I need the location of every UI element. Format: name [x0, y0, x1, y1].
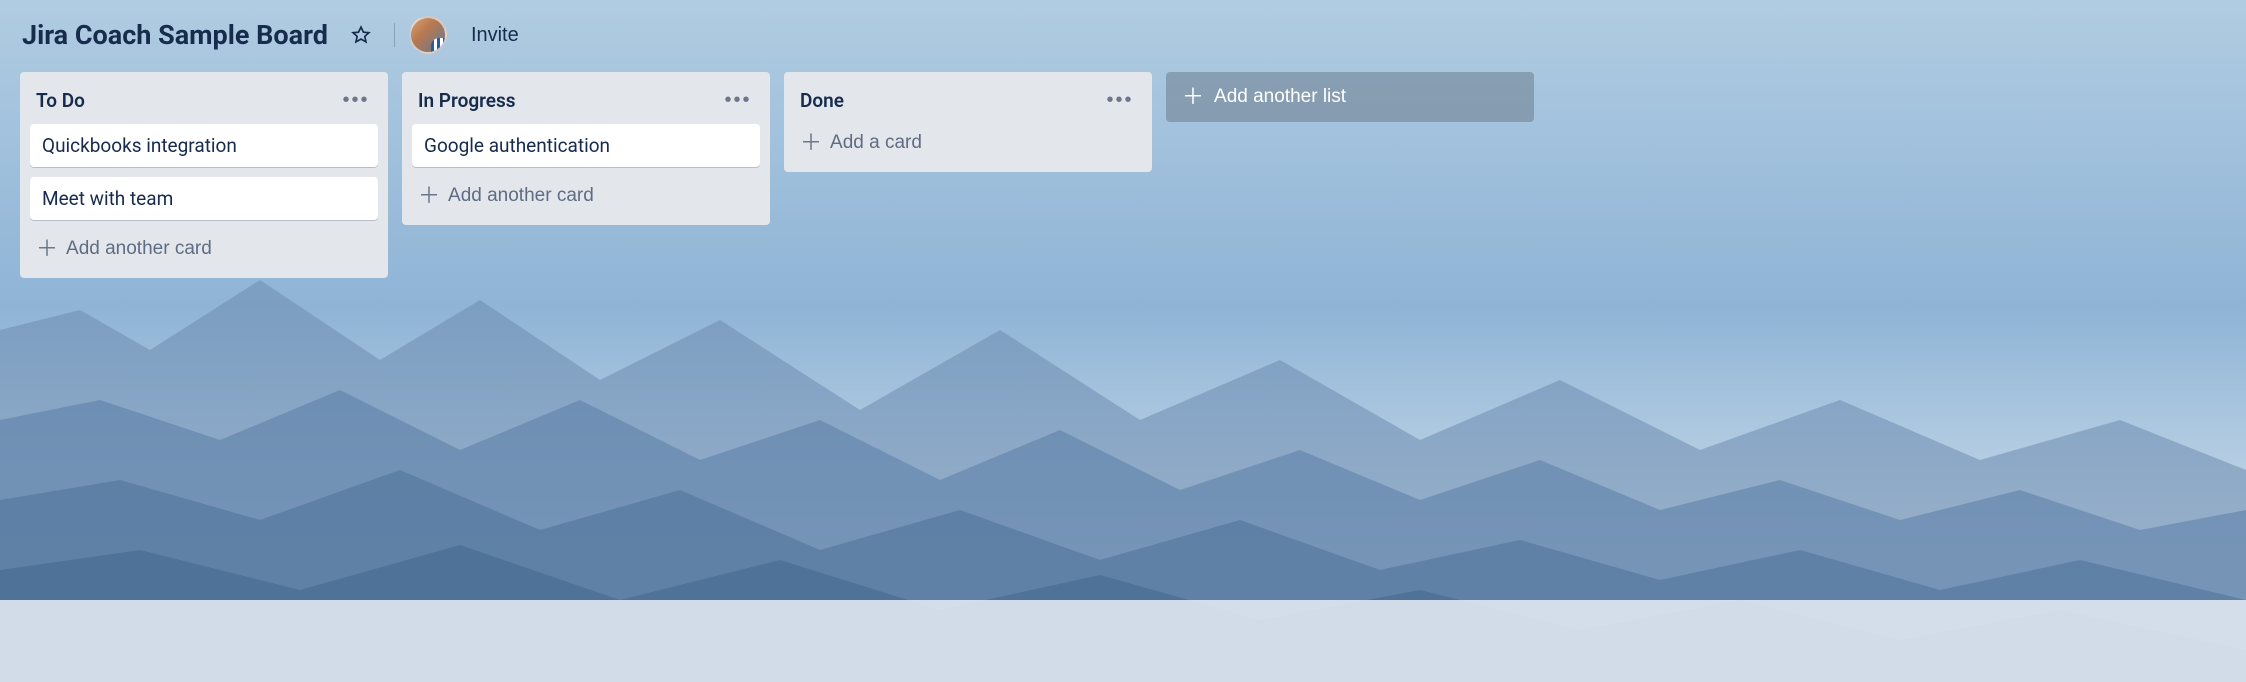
list-done: Done ••• ＋ Add a card: [784, 72, 1152, 172]
avatar[interactable]: [409, 16, 447, 54]
list-header: Done •••: [794, 82, 1142, 124]
add-list-label: Add another list: [1214, 86, 1346, 108]
star-icon: [351, 25, 371, 45]
list-title[interactable]: To Do: [36, 89, 85, 112]
star-board-button[interactable]: [342, 16, 380, 54]
invite-button[interactable]: Invite: [461, 18, 529, 53]
board: Jira Coach Sample Board Invite To Do •••…: [0, 0, 2246, 288]
add-card-label: Add another card: [66, 238, 212, 260]
add-card-button[interactable]: ＋ Add another card: [30, 230, 378, 268]
list-menu-button[interactable]: •••: [722, 86, 754, 114]
list-header: To Do •••: [30, 82, 378, 124]
ellipsis-icon: •••: [1106, 89, 1133, 112]
list-title[interactable]: Done: [800, 89, 844, 112]
list-menu-button[interactable]: •••: [1104, 86, 1136, 114]
header-divider: [394, 23, 395, 47]
board-header: Jira Coach Sample Board Invite: [18, 10, 2228, 72]
lists-row: To Do ••• Quickbooks integration Meet wi…: [18, 72, 2228, 278]
add-list-button[interactable]: ＋ Add another list: [1166, 72, 1534, 122]
add-card-button[interactable]: ＋ Add a card: [794, 124, 1142, 162]
list-in-progress: In Progress ••• Google authentication ＋ …: [402, 72, 770, 225]
plus-icon: ＋: [418, 185, 440, 207]
list-menu-button[interactable]: •••: [340, 86, 372, 114]
list-to-do: To Do ••• Quickbooks integration Meet wi…: [20, 72, 388, 278]
add-card-label: Add a card: [830, 132, 922, 154]
add-card-label: Add another card: [448, 185, 594, 207]
plus-icon: ＋: [36, 238, 58, 260]
plus-icon: ＋: [1182, 86, 1204, 108]
ellipsis-icon: •••: [724, 89, 751, 112]
card[interactable]: Meet with team: [30, 177, 378, 220]
ellipsis-icon: •••: [342, 89, 369, 112]
card[interactable]: Google authentication: [412, 124, 760, 167]
list-header: In Progress •••: [412, 82, 760, 124]
add-card-button[interactable]: ＋ Add another card: [412, 177, 760, 215]
plus-icon: ＋: [800, 132, 822, 154]
board-title[interactable]: Jira Coach Sample Board: [22, 19, 328, 51]
list-title[interactable]: In Progress: [418, 89, 516, 112]
card[interactable]: Quickbooks integration: [30, 124, 378, 167]
